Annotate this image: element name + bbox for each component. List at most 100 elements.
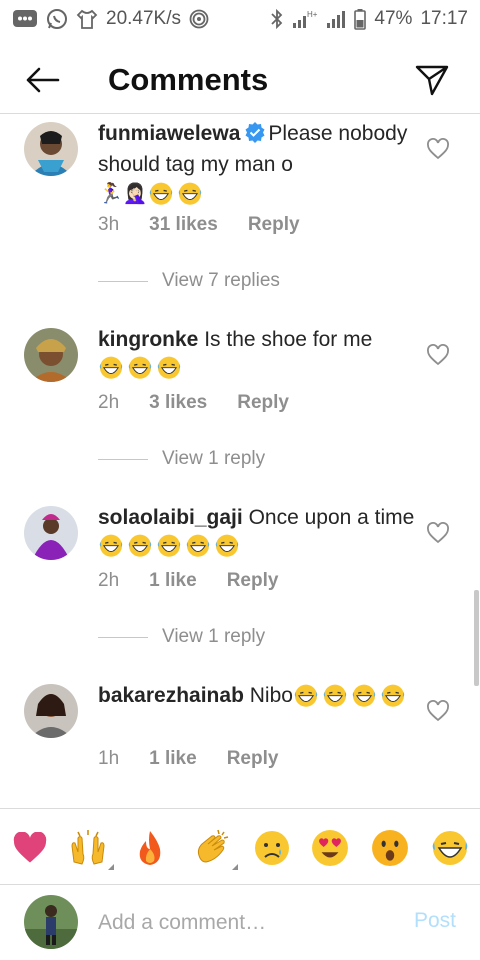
like-heart-icon[interactable] — [426, 344, 450, 366]
laughing-face-emoji-icon — [98, 356, 124, 382]
comment-username[interactable]: kingronke — [98, 328, 198, 351]
fire-icon — [139, 831, 161, 865]
emoji-bar-divider — [0, 808, 480, 809]
likes-count[interactable]: 1 like — [149, 748, 197, 770]
comment-body: Nibo — [249, 684, 293, 707]
laughing-face-emoji-icon — [98, 534, 124, 560]
signal-icon: H+ — [292, 9, 318, 29]
view-replies-button[interactable]: View 1 reply — [98, 626, 265, 648]
current-user-avatar — [24, 895, 78, 949]
share-button[interactable] — [412, 60, 452, 100]
comment-composer: Post — [0, 885, 480, 960]
laughing-face-emoji-icon — [293, 684, 319, 710]
avatar[interactable] — [24, 684, 78, 738]
like-heart-icon[interactable] — [426, 522, 450, 544]
reply-button[interactable]: Reply — [248, 214, 300, 236]
comments-header: Comments — [0, 44, 480, 114]
comment-body: Once upon a time — [248, 506, 415, 529]
comment-time: 1h — [98, 748, 120, 769]
reply-button[interactable]: Reply — [227, 748, 279, 770]
surprised-face-emoji-button[interactable] — [368, 822, 412, 874]
likes-count[interactable]: 3 likes — [149, 392, 207, 414]
divider-line — [98, 636, 148, 638]
comment-meta: 2h 1 like Reply — [98, 570, 278, 592]
reply-button[interactable]: Reply — [227, 570, 279, 592]
crying-face-icon — [255, 831, 289, 865]
laughing-face-emoji-icon — [156, 534, 182, 560]
bluetooth-icon — [270, 8, 284, 30]
laugh-emoji-group — [148, 182, 206, 205]
paper-plane-icon — [415, 65, 449, 96]
clapping-hands-icon — [197, 829, 229, 863]
page-title: Comments — [108, 62, 269, 97]
laughing-face-emoji-icon — [127, 356, 153, 382]
laughing-face-emoji-icon — [177, 182, 203, 208]
view-replies-label: View 1 reply — [162, 448, 266, 469]
laugh-emoji-group — [293, 684, 409, 707]
divider-line — [98, 280, 148, 282]
back-button[interactable] — [22, 60, 62, 100]
svg-text:H+: H+ — [307, 10, 318, 19]
comment-text: kingronke Is the shoe for me — [98, 326, 418, 382]
quick-emoji-bar — [0, 822, 480, 878]
comment-username[interactable]: solaolaibi_gaji — [98, 506, 243, 529]
like-heart-icon[interactable] — [426, 138, 450, 160]
laughing-face-emoji-icon — [156, 356, 182, 382]
view-replies-button[interactable]: View 7 replies — [98, 270, 280, 292]
comment-time: 3h — [98, 214, 120, 235]
comments-list: funmiawelewa Please nobody should tag my … — [0, 114, 480, 808]
laughing-face-emoji-button[interactable] — [428, 822, 472, 874]
heart-eyes-icon — [312, 830, 348, 866]
clapping-hands-emoji-button[interactable] — [190, 822, 238, 874]
laughing-face-emoji-icon — [214, 534, 240, 560]
laughing-face-emoji-icon — [380, 684, 406, 710]
raised-hands-emoji-button[interactable] — [66, 822, 114, 874]
comment-input[interactable] — [98, 905, 388, 941]
likes-count[interactable]: 1 like — [149, 570, 197, 592]
avatar[interactable] — [24, 328, 78, 382]
laughing-face-emoji-icon — [127, 534, 153, 560]
comment-body: Is the shoe for me — [204, 328, 373, 351]
comment-text: solaolaibi_gaji Once upon a time — [98, 504, 418, 560]
laugh-emoji-group — [98, 356, 185, 379]
shirt-icon — [76, 8, 98, 30]
network-speed: 20.47K/s — [106, 8, 181, 29]
comment-meta: 3h 31 likes Reply — [98, 214, 300, 236]
skin-tone-indicator — [232, 864, 238, 870]
verified-badge-icon — [244, 121, 266, 151]
reply-button[interactable]: Reply — [237, 392, 289, 414]
comment-username[interactable]: bakarezhainab — [98, 684, 244, 707]
scrollbar[interactable] — [474, 590, 479, 686]
battery-icon — [354, 8, 367, 30]
post-button[interactable]: Post — [414, 909, 456, 933]
view-replies-button[interactable]: View 1 reply — [98, 448, 265, 470]
laughing-face-icon — [432, 831, 468, 865]
laugh-emoji-group — [98, 534, 243, 557]
laughing-face-emoji-icon — [148, 182, 174, 208]
comment-username[interactable]: funmiawelewa — [98, 122, 240, 145]
divider-line — [98, 458, 148, 460]
view-replies-label: View 1 reply — [162, 626, 266, 647]
clock: 17:17 — [420, 8, 468, 29]
heart-eyes-emoji-button[interactable] — [308, 822, 352, 874]
comment-time: 2h — [98, 570, 120, 591]
heart-emoji-button[interactable] — [8, 822, 52, 874]
view-replies-label: View 7 replies — [162, 270, 280, 291]
battery-level: 47% — [374, 8, 413, 29]
likes-count[interactable]: 31 likes — [149, 214, 218, 236]
crying-face-emoji-button[interactable] — [250, 822, 294, 874]
signal-icon-2 — [326, 9, 346, 29]
whatsapp-icon — [46, 8, 68, 30]
laughing-face-emoji-icon — [185, 534, 211, 560]
fire-emoji-button[interactable] — [128, 822, 172, 874]
avatar[interactable] — [24, 506, 78, 560]
avatar[interactable] — [24, 122, 78, 176]
comment-meta: 2h 3 likes Reply — [98, 392, 289, 414]
surprised-face-icon — [372, 830, 408, 866]
comment-emoji-line: 🏃‍♀️🤦🏻‍♀️ — [98, 181, 148, 205]
laughing-face-emoji-icon — [322, 684, 348, 710]
comment-text: funmiawelewa Please nobody should tag my … — [98, 120, 418, 208]
like-heart-icon[interactable] — [426, 700, 450, 722]
comment-time: 2h — [98, 392, 120, 413]
raised-hands-icon — [71, 830, 105, 865]
